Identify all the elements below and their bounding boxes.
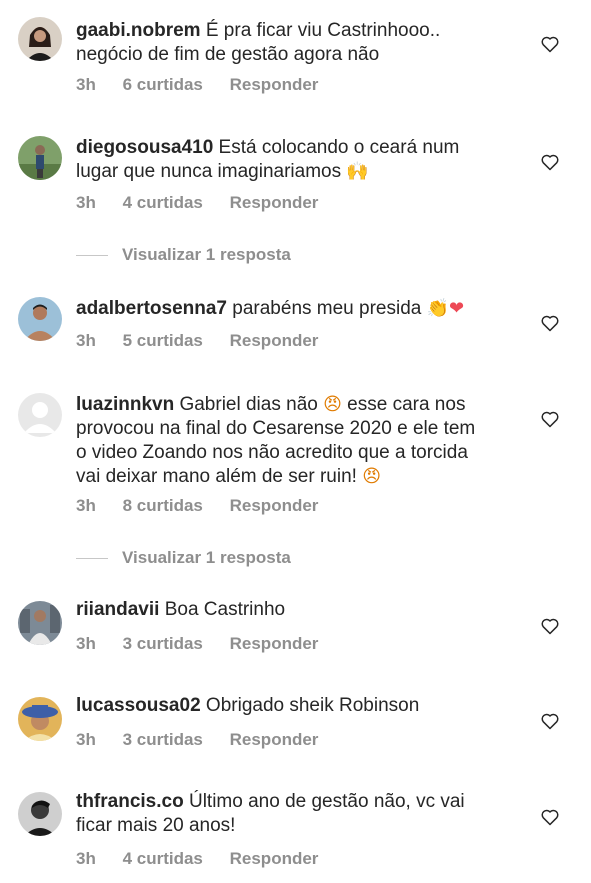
comment-username[interactable]: adalbertosenna7: [76, 298, 227, 319]
comment-meta: 3h 6 curtidas Responder: [76, 75, 340, 95]
clapping-heart-icon: 👏❤: [426, 298, 465, 319]
comment-username[interactable]: diegosousa410: [76, 137, 213, 158]
reply-button[interactable]: Responder: [230, 634, 319, 653]
view-replies-label[interactable]: Visualizar 1 resposta: [122, 245, 291, 265]
comment-body: É pra ficar viu Castrinhooo..: [200, 20, 441, 41]
comment-likes[interactable]: 8 curtidas: [123, 496, 203, 515]
angry-face-icon: 😠: [362, 466, 381, 487]
like-heart-icon[interactable]: [540, 409, 560, 429]
comment-body: Obrigado sheik Robinson: [200, 695, 420, 716]
view-replies-button[interactable]: Visualizar 1 resposta: [76, 245, 291, 265]
comment-text: lucassousa02 Obrigado sheik Robinson: [76, 694, 526, 718]
comment-body: Gabriel dias não: [174, 394, 324, 415]
comment-text: riiandavii Boa Castrinho: [76, 598, 526, 622]
comment-time: 3h: [76, 634, 96, 653]
comment-likes[interactable]: 3 curtidas: [123, 730, 203, 749]
reply-button[interactable]: Responder: [230, 75, 319, 94]
comment-username[interactable]: gaabi.nobrem: [76, 20, 201, 41]
comment-body: Boa Castrinho: [159, 599, 286, 620]
avatar-man-city-icon[interactable]: [18, 601, 62, 645]
comment-likes[interactable]: 3 curtidas: [123, 634, 203, 653]
comment-meta: 3h 3 curtidas Responder: [76, 634, 340, 654]
comment-body: esse cara nos: [341, 394, 466, 415]
comment-time: 3h: [76, 75, 96, 94]
raising-hands-icon: 🙌: [346, 161, 369, 182]
comment-text: thfrancis.co Último ano de gestão não, v…: [76, 790, 526, 838]
avatar-man-shirtless-icon[interactable]: [18, 297, 62, 341]
divider: [76, 557, 108, 559]
avatar-placeholder-icon[interactable]: [18, 393, 62, 437]
comment-time: 3h: [76, 496, 96, 515]
like-heart-icon[interactable]: [540, 34, 560, 54]
comment-body: provocou na final do Cesarense 2020 e el…: [76, 418, 476, 439]
comment-body: Está colocando o ceará num: [213, 137, 460, 158]
comment-username[interactable]: riiandavii: [76, 599, 159, 620]
comment-time: 3h: [76, 193, 96, 212]
comment-text: luazinnkvn Gabriel dias não 😠 esse cara …: [76, 393, 526, 489]
avatar-man-outdoor-icon[interactable]: [18, 136, 62, 180]
reply-button[interactable]: Responder: [230, 496, 319, 515]
comment-time: 3h: [76, 730, 96, 749]
comment-text: diegosousa410 Está colocando o ceará num…: [76, 136, 526, 184]
like-heart-icon[interactable]: [540, 807, 560, 827]
comment-time: 3h: [76, 331, 96, 350]
comment-time: 3h: [76, 849, 96, 868]
comment-likes[interactable]: 4 curtidas: [123, 193, 203, 212]
avatar-man-hat-icon[interactable]: [18, 697, 62, 741]
view-replies-button[interactable]: Visualizar 1 resposta: [76, 548, 291, 568]
comment-username[interactable]: lucassousa02: [76, 695, 201, 716]
comment-meta: 3h 8 curtidas Responder: [76, 496, 340, 516]
comment-body: parabéns meu presida: [227, 298, 422, 319]
comment-username[interactable]: thfrancis.co: [76, 791, 184, 812]
reply-button[interactable]: Responder: [230, 193, 319, 212]
comment-text: adalbertosenna7 parabéns meu presida 👏❤: [76, 297, 526, 321]
avatar-man-dark-icon[interactable]: [18, 792, 62, 836]
divider: [76, 254, 108, 256]
comment-body: ficar mais 20 anos!: [76, 815, 236, 836]
comment-body: negócio de fim de gestão agora não: [76, 44, 380, 65]
like-heart-icon[interactable]: [540, 313, 560, 333]
comment-body: Último ano de gestão não, vc vai: [183, 791, 465, 812]
avatar-woman-icon[interactable]: [18, 17, 62, 61]
comment-likes[interactable]: 5 curtidas: [123, 331, 203, 350]
comment-username[interactable]: luazinnkvn: [76, 394, 174, 415]
comment-meta: 3h 4 curtidas Responder: [76, 193, 340, 213]
reply-button[interactable]: Responder: [230, 730, 319, 749]
comment-likes[interactable]: 4 curtidas: [123, 849, 203, 868]
angry-face-icon: 😠: [323, 394, 342, 415]
like-heart-icon[interactable]: [540, 711, 560, 731]
like-heart-icon[interactable]: [540, 616, 560, 636]
reply-button[interactable]: Responder: [230, 849, 319, 868]
view-replies-label[interactable]: Visualizar 1 resposta: [122, 548, 291, 568]
comment-body: vai deixar mano além de ser ruin!: [76, 466, 363, 487]
comment-likes[interactable]: 6 curtidas: [123, 75, 203, 94]
comment-meta: 3h 3 curtidas Responder: [76, 730, 340, 750]
comment-meta: 3h 4 curtidas Responder: [76, 849, 340, 869]
comment-body: o video Zoando nos não acredito que a to…: [76, 442, 468, 463]
comment-text: gaabi.nobrem É pra ficar viu Castrinhooo…: [76, 19, 526, 67]
comment-body: lugar que nunca imaginariamos: [76, 161, 342, 182]
like-heart-icon[interactable]: [540, 152, 560, 172]
reply-button[interactable]: Responder: [230, 331, 319, 350]
comment-meta: 3h 5 curtidas Responder: [76, 331, 340, 351]
